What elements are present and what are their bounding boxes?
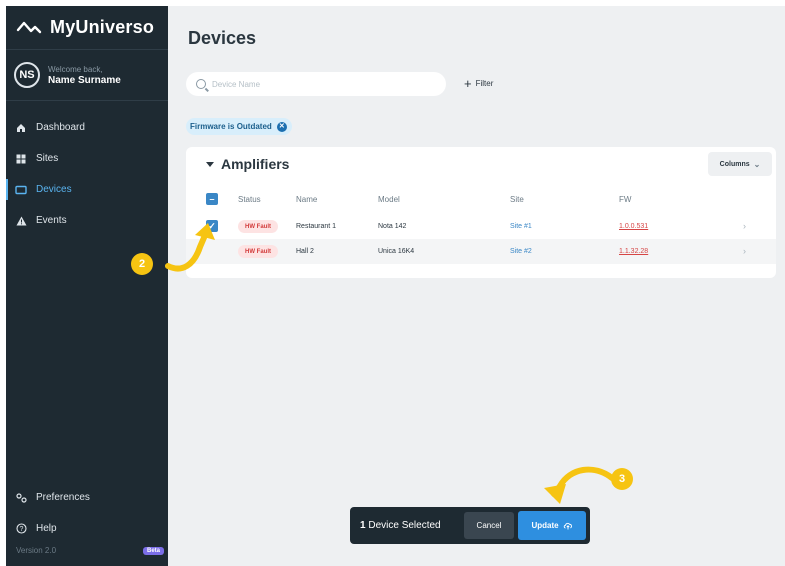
callout-badge-3: 3 [611, 468, 633, 490]
sidebar-item-label: Preferences [36, 492, 90, 503]
callout-arrow-2 [165, 223, 215, 272]
search-box[interactable] [186, 72, 446, 96]
filter-button[interactable]: + Filter [464, 76, 493, 91]
select-all-checkbox[interactable]: – [206, 193, 218, 205]
cell-name: Restaurant 1 [296, 223, 337, 230]
columns-label: Columns [719, 160, 750, 168]
callout-arrow-3 [544, 466, 615, 504]
sidebar-item-devices[interactable]: Devices [6, 174, 168, 205]
search-icon [196, 79, 206, 89]
preferences-icon [14, 492, 28, 503]
sidebar-nav: Dashboard Sites Devices Events [6, 112, 168, 236]
sidebar-item-label: Dashboard [36, 122, 85, 133]
column-header-status[interactable]: Status [238, 195, 261, 204]
logo-wave-icon [16, 21, 42, 33]
update-label: Update [531, 521, 559, 530]
cell-fw-link[interactable]: 1.0.0.531 [619, 223, 648, 230]
sidebar-item-dashboard[interactable]: Dashboard [6, 112, 168, 143]
app-name: MyUniverso [50, 17, 155, 37]
logo[interactable]: MyUniverso [16, 17, 154, 38]
alert-icon [14, 216, 28, 226]
user-profile[interactable]: NS Welcome back, Name Surname [14, 62, 121, 88]
filter-label: Filter [475, 79, 494, 88]
selection-count-number: 1 [360, 520, 366, 531]
sidebar: MyUniverso NS Welcome back, Name Surname… [6, 6, 168, 566]
sidebar-item-help[interactable]: ? Help [6, 513, 168, 544]
chevron-right-icon[interactable]: › [743, 221, 746, 231]
version-info: Version 2.0 Beta [16, 546, 164, 555]
sidebar-item-label: Sites [36, 153, 59, 164]
sidebar-item-events[interactable]: Events [6, 205, 168, 236]
column-header-model[interactable]: Model [378, 195, 400, 204]
table-row[interactable]: ✓ HW Fault Restaurant 1 Nota 142 Site #1… [186, 214, 776, 239]
status-badge: HW Fault [238, 220, 278, 233]
callout-badge-2: 2 [131, 253, 153, 275]
sidebar-bottom-nav: Preferences ? Help [6, 482, 168, 544]
avatar: NS [14, 62, 40, 88]
page-title: Devices [188, 28, 257, 48]
caret-down-icon[interactable] [206, 161, 214, 167]
cancel-button[interactable]: Cancel [464, 512, 514, 539]
amplifiers-table-card: Amplifiers Columns ⌄ – Status Name Model… [186, 147, 776, 278]
group-title: Amplifiers [221, 156, 290, 172]
cell-site-link[interactable]: Site #2 [510, 248, 532, 255]
divider [6, 49, 168, 50]
columns-button[interactable]: Columns ⌄ [708, 152, 772, 176]
svg-text:?: ? [19, 526, 23, 533]
plus-icon: + [464, 76, 472, 91]
column-header-site[interactable]: Site [510, 195, 524, 204]
user-name: Name Surname [48, 74, 121, 86]
chevron-down-icon: ⌄ [753, 159, 761, 169]
sidebar-item-label: Events [36, 215, 67, 226]
active-filter-chip[interactable]: Firmware is Outdated ✕ [186, 118, 292, 135]
cell-fw-link[interactable]: 1.1.32.28 [619, 248, 648, 255]
home-icon [14, 123, 28, 133]
help-icon: ? [14, 523, 28, 534]
table-row[interactable]: HW Fault Hall 2 Unica 16K4 Site #2 1.1.3… [186, 239, 776, 264]
grid-icon [14, 154, 28, 164]
chevron-right-icon[interactable]: › [743, 246, 746, 256]
cell-site-link[interactable]: Site #1 [510, 223, 532, 230]
column-header-name[interactable]: Name [296, 195, 317, 204]
cell-model: Unica 16K4 [378, 248, 415, 255]
devices-icon [14, 185, 28, 195]
column-header-fw[interactable]: FW [619, 195, 631, 204]
sidebar-item-label: Help [36, 523, 57, 534]
sidebar-item-label: Devices [36, 184, 72, 195]
app-window: MyUniverso NS Welcome back, Name Surname… [0, 0, 785, 566]
status-badge: HW Fault [238, 245, 278, 258]
cell-name: Hall 2 [296, 248, 314, 255]
version-text: Version 2.0 [16, 546, 57, 555]
selection-count-label: Device Selected [368, 520, 441, 531]
sidebar-item-preferences[interactable]: Preferences [6, 482, 168, 513]
sidebar-item-sites[interactable]: Sites [6, 143, 168, 174]
beta-badge: Beta [142, 546, 164, 555]
filter-chip-label: Firmware is Outdated [190, 122, 272, 131]
welcome-text: Welcome back, [48, 64, 103, 74]
main-content: Devices + Filter Firmware is Outdated ✕ … [168, 6, 785, 566]
divider [6, 100, 168, 101]
group-header[interactable]: Amplifiers [206, 156, 289, 172]
cloud-upload-icon [563, 522, 572, 530]
cell-model: Nota 142 [378, 223, 407, 230]
selection-count: 1 Device Selected [360, 520, 441, 531]
search-input[interactable] [212, 79, 412, 89]
close-icon[interactable]: ✕ [276, 121, 287, 132]
